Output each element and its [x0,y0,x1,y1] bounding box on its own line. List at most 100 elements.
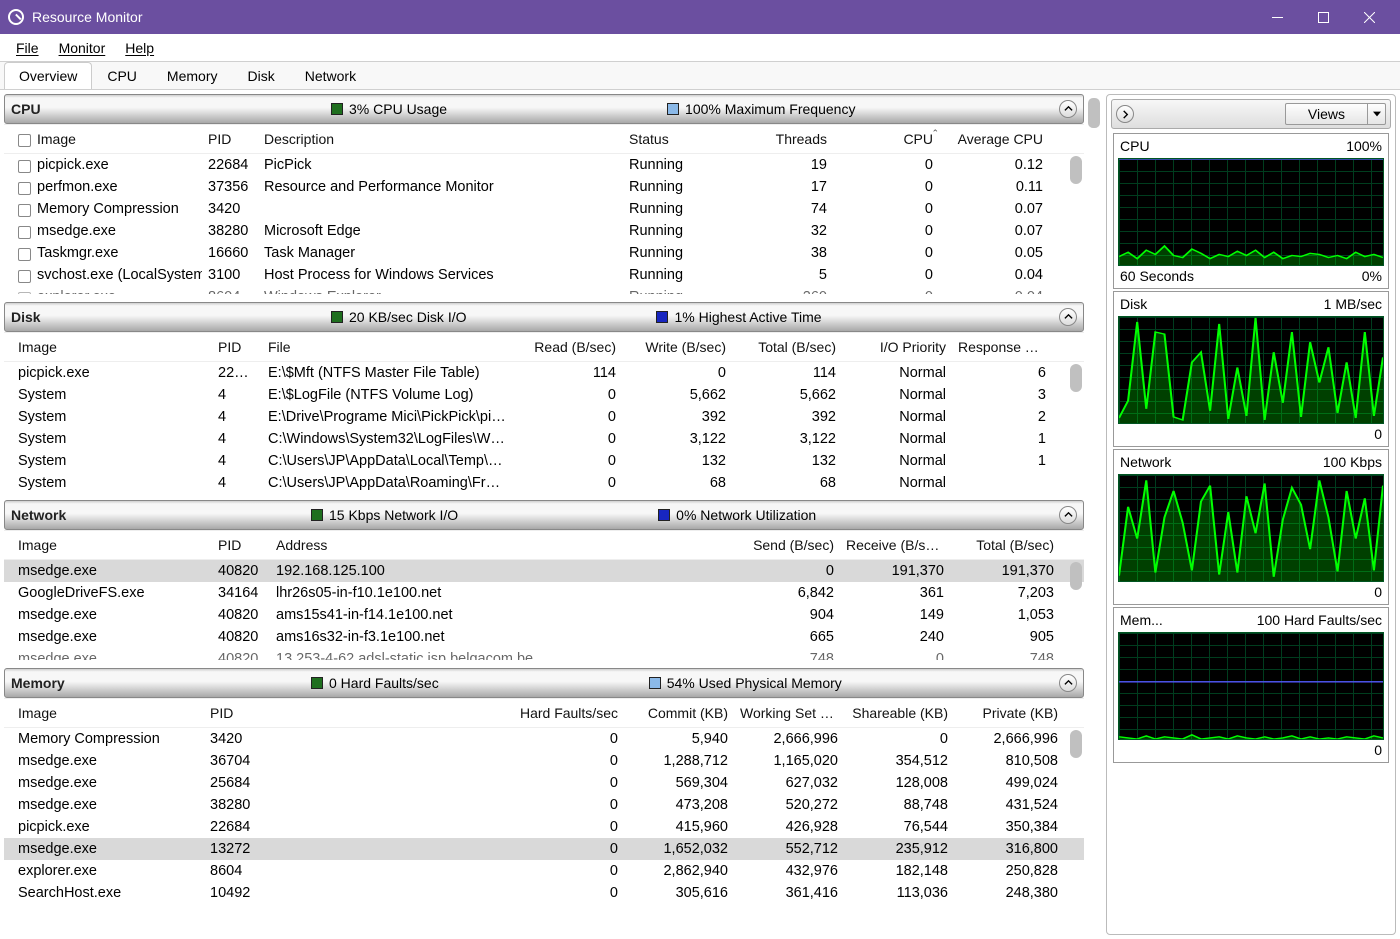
table-row[interactable]: explorer.exe860402,862,940432,976182,148… [4,860,1084,882]
col-image[interactable]: Image [12,337,212,357]
table-row[interactable]: picpick.exe22684E:\$Mft (NTFS Master Fil… [4,362,1084,384]
cell: 432,976 [734,861,844,881]
maximize-button[interactable] [1300,0,1346,34]
col-workingset[interactable]: Working Set (KB) [734,703,844,723]
col-avg-cpu[interactable]: Average CPU [939,129,1049,149]
menu-monitor[interactable]: Monitor [49,34,116,61]
network-header-bar[interactable]: Network 15 Kbps Network I/O 0% Network U… [4,500,1084,530]
scrollbar[interactable] [1070,562,1082,658]
table-row[interactable]: Memory Compression3420Running7400.07 [4,198,1084,220]
network-columns[interactable]: Image PID Address Send (B/sec) Receive (… [4,530,1084,560]
menu-help[interactable]: Help [115,34,164,61]
col-shareable[interactable]: Shareable (KB) [844,703,954,723]
col-total[interactable]: Total (B/sec) [732,337,842,357]
col-threads[interactable]: Threads [753,129,833,149]
collapse-button[interactable] [1059,674,1077,692]
cell: 0 [833,265,939,285]
table-row[interactable]: msedge.exe4082013.253-4-62.adsl-static.i… [4,648,1084,660]
table-row[interactable]: System4C:\Users\JP\AppData\Local\Temp\43… [4,450,1084,472]
cell: Normal [842,429,952,449]
cell: Windows Explorer [258,287,623,294]
menu-file[interactable]: File [6,34,49,61]
table-row[interactable]: SearchHost.exe104920305,616361,416113,03… [4,882,1084,904]
col-pid[interactable]: PID [204,703,284,723]
table-row[interactable]: msedge.exe40820192.168.125.1000191,37019… [4,560,1084,582]
table-row[interactable]: explorer.exe8604Windows ExplorerRunning2… [4,286,1084,294]
table-row[interactable]: Memory Compression342005,9402,666,99602,… [4,728,1084,750]
col-image[interactable]: Image [12,535,212,555]
col-file[interactable]: File [262,337,512,357]
table-row[interactable]: msedge.exe382800473,208520,27288,748431,… [4,794,1084,816]
checkbox[interactable] [18,204,31,217]
table-row[interactable]: Taskmgr.exe16660Task ManagerRunning3800.… [4,242,1084,264]
memory-columns[interactable]: Image PID Hard Faults/sec Commit (KB) Wo… [4,698,1084,728]
expand-left-button[interactable] [1116,105,1134,123]
disk-header-bar[interactable]: Disk 20 KB/sec Disk I/O 1% Highest Activ… [4,302,1084,332]
col-image[interactable]: Image [12,703,204,723]
col-description[interactable]: Description [258,129,623,149]
table-row[interactable]: System4E:\Drive\Programe Mici\PickPick\p… [4,406,1084,428]
table-row[interactable]: perfmon.exe37356Resource and Performance… [4,176,1084,198]
memory-panel: Memory 0 Hard Faults/sec 54% Used Physic… [4,668,1084,935]
cell: 1,053 [950,605,1060,625]
col-cpu[interactable]: CPU⌃ [833,129,939,149]
pane-scrollbar[interactable] [1088,98,1100,128]
col-status[interactable]: Status [623,129,753,149]
table-row[interactable]: msedge.exe38280Microsoft EdgeRunning3200… [4,220,1084,242]
table-row[interactable]: msedge.exe40820ams16s32-in-f3.1e100.net6… [4,626,1084,648]
table-row[interactable]: System4E:\$LogFile (NTFS Volume Log)05,6… [4,384,1084,406]
table-row[interactable]: msedge.exe40820ams15s41-in-f14.1e100.net… [4,604,1084,626]
col-read[interactable]: Read (B/sec) [512,337,622,357]
tab-overview[interactable]: Overview [4,62,92,89]
col-pid[interactable]: PID [212,337,262,357]
table-row[interactable]: msedge.exe256840569,304627,032128,008499… [4,772,1084,794]
table-row[interactable]: msedge.exe1327201,652,032552,712235,9123… [4,838,1084,860]
col-hardfaults[interactable]: Hard Faults/sec [284,703,624,723]
col-write[interactable]: Write (B/sec) [622,337,732,357]
col-pid[interactable]: PID [202,129,258,149]
checkbox[interactable] [18,270,31,283]
table-row[interactable]: System4C:\Windows\System32\LogFiles\WMI\… [4,428,1084,450]
table-row[interactable]: picpick.exe226840415,960426,92876,544350… [4,816,1084,838]
checkbox[interactable] [18,226,31,239]
views-button[interactable]: Views [1285,103,1386,125]
table-row[interactable]: GoogleDriveFS.exe34164lhr26s05-in-f10.1e… [4,582,1084,604]
col-send[interactable]: Send (B/sec) [590,535,840,555]
disk-columns[interactable]: Image PID File Read (B/sec) Write (B/sec… [4,332,1084,362]
chart-cpu: CPU100%60 Seconds0% [1113,133,1389,289]
col-priority[interactable]: I/O Priority [842,337,952,357]
checkbox[interactable] [18,134,31,147]
collapse-button[interactable] [1059,100,1077,118]
col-response[interactable]: Response Time... [952,337,1052,357]
col-commit[interactable]: Commit (KB) [624,703,734,723]
scrollbar[interactable] [1070,156,1082,292]
tab-disk[interactable]: Disk [232,62,289,89]
cpu-columns[interactable]: Image PID Description Status Threads CPU… [4,124,1084,154]
chart-scale: 100 Kbps [1323,454,1382,470]
table-row[interactable]: msedge.exe3670401,288,7121,165,020354,51… [4,750,1084,772]
scrollbar[interactable] [1070,364,1082,490]
col-total[interactable]: Total (B/sec) [950,535,1060,555]
close-button[interactable] [1346,0,1392,34]
cpu-header-bar[interactable]: CPU 3% CPU Usage 100% Maximum Frequency [4,94,1084,124]
col-address[interactable]: Address [270,535,590,555]
square-icon [658,509,670,521]
col-receive[interactable]: Receive (B/sec) [840,535,950,555]
scrollbar[interactable] [1070,730,1082,933]
collapse-button[interactable] [1059,308,1077,326]
tab-network[interactable]: Network [290,62,371,89]
col-private[interactable]: Private (KB) [954,703,1064,723]
memory-header-bar[interactable]: Memory 0 Hard Faults/sec 54% Used Physic… [4,668,1084,698]
table-row[interactable]: System4C:\Users\JP\AppData\Roaming\Franz… [4,472,1084,492]
tab-memory[interactable]: Memory [152,62,233,89]
col-pid[interactable]: PID [212,535,270,555]
table-row[interactable]: picpick.exe22684PicPickRunning1900.12 [4,154,1084,176]
collapse-button[interactable] [1059,506,1077,524]
minimize-button[interactable] [1254,0,1300,34]
checkbox[interactable] [18,182,31,195]
table-row[interactable]: svchost.exe (LocalSystemNet...3100Host P… [4,264,1084,286]
checkbox[interactable] [18,292,31,294]
tab-cpu[interactable]: CPU [92,62,152,89]
checkbox[interactable] [18,160,31,173]
checkbox[interactable] [18,248,31,261]
